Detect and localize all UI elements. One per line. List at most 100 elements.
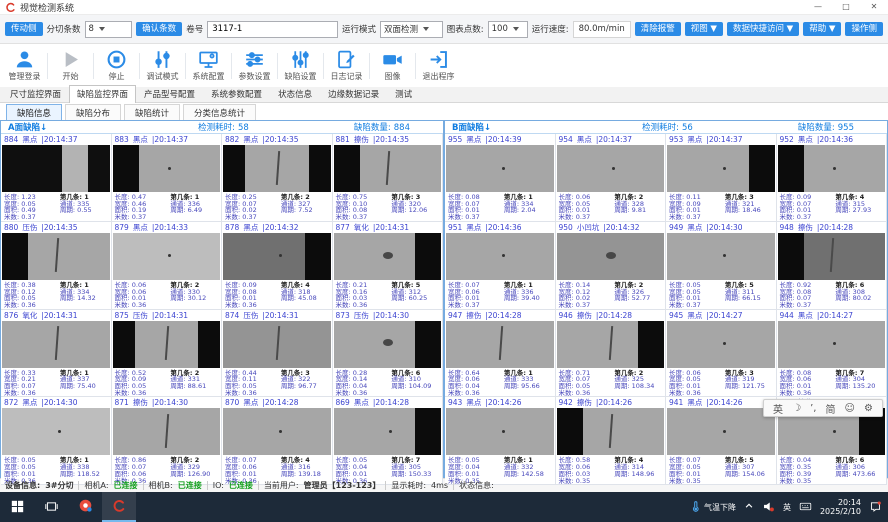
confirm-count-button[interactable]: 确认条数 bbox=[136, 22, 182, 37]
notification-center-icon[interactable] bbox=[869, 500, 882, 515]
defect-cell-871[interactable]: 871 擦伤 |20:14:30 长度: 0.86 宽度: 0.07 面积: 0… bbox=[112, 397, 223, 485]
defect-cell-883[interactable]: 883 黑点 |20:14:37 长度: 0.47 宽度: 0.46 面积: 0… bbox=[112, 134, 223, 222]
exit-toolbar-button[interactable]: 退出程序 bbox=[416, 48, 461, 83]
defect-cell-875[interactable]: 875 压伤 |20:14:31 长度: 0.52 宽度: 0.09 面积: 0… bbox=[112, 310, 223, 398]
ime-punct-icon[interactable]: ’, bbox=[810, 403, 816, 414]
defect-time: |20:14:35 bbox=[262, 135, 298, 144]
defect-image bbox=[223, 321, 331, 368]
main-tab-6[interactable]: 测试 bbox=[387, 85, 420, 102]
main-tab-2[interactable]: 产品型号配置 bbox=[136, 85, 203, 102]
defect-cell-header: 884 黑点 |20:14:37 bbox=[1, 134, 111, 144]
ime-simplified[interactable]: 简 bbox=[825, 401, 835, 416]
main-tab-1[interactable]: 缺陷监控界面 bbox=[69, 85, 136, 103]
play-toolbar-button[interactable]: 开始 bbox=[48, 48, 93, 83]
close-button[interactable]: ✕ bbox=[860, 0, 888, 14]
main-tab-4[interactable]: 状态信息 bbox=[270, 85, 320, 102]
defect-cell-952[interactable]: 952 黑点 |20:14:36 长度: 0.09 宽度: 0.07 面积: 0… bbox=[777, 134, 888, 222]
view-menu-button[interactable]: 视图 ▼ bbox=[685, 22, 723, 37]
task-view-icon bbox=[45, 498, 58, 517]
defect-cell-945[interactable]: 945 黑点 |20:14:27 长度: 0.06 宽度: 0.05 面积: 0… bbox=[666, 310, 777, 398]
defect-cell-942[interactable]: 942 擦伤 |20:14:26 长度: 0.58 宽度: 0.06 面积: 0… bbox=[556, 397, 667, 485]
help-menu-button[interactable]: 帮助 ▼ bbox=[803, 22, 841, 37]
defect-cell-954[interactable]: 954 黑点 |20:14:37 长度: 0.06 宽度: 0.05 面积: 0… bbox=[556, 134, 667, 222]
camera-toolbar-button[interactable]: 图像 bbox=[370, 48, 415, 83]
keyboard-icon[interactable] bbox=[799, 500, 812, 515]
clock[interactable]: 20:14 2025/2/10 bbox=[820, 498, 861, 516]
taskbar-app-remote[interactable] bbox=[68, 492, 102, 522]
minimize-button[interactable]: — bbox=[804, 0, 832, 14]
log-icon bbox=[336, 49, 357, 70]
params-toolbar-button[interactable]: 参数设置 bbox=[232, 48, 277, 83]
operate-side-button[interactable]: 操作侧 bbox=[845, 22, 883, 37]
user-toolbar-button[interactable]: 管理登录 bbox=[2, 48, 47, 83]
volume-icon[interactable] bbox=[762, 500, 775, 515]
monitor-toolbar-button[interactable]: 系统配置 bbox=[186, 48, 231, 83]
log-toolbar-button[interactable]: 日志记录 bbox=[324, 48, 369, 83]
defect-cell-879[interactable]: 879 黑点 |20:14:33 长度: 0.06 宽度: 0.06 面积: 0… bbox=[112, 222, 223, 310]
defect-cell-869[interactable]: 869 黑点 |20:14:28 长度: 0.05 宽度: 0.04 面积: 0… bbox=[333, 397, 444, 485]
sub-tab-1[interactable]: 缺陷分布 bbox=[65, 104, 121, 122]
roll-input[interactable] bbox=[207, 21, 338, 38]
defect-cell-884[interactable]: 884 黑点 |20:14:37 长度: 1.23 宽度: 0.05 面积: 0… bbox=[1, 134, 112, 222]
ime-night-icon[interactable]: ☽ bbox=[792, 403, 801, 414]
defect-cell-876[interactable]: 876 氧化 |20:14:31 长度: 0.33 宽度: 0.21 面积: 0… bbox=[1, 310, 112, 398]
weather-widget[interactable]: 气温下降 bbox=[690, 500, 736, 515]
data-quick-access-button[interactable]: 数据快捷访问 ▼ bbox=[727, 22, 799, 37]
chart-points-select[interactable]: 100 bbox=[488, 21, 528, 38]
defect-id: 869 bbox=[336, 398, 350, 407]
defect-cell-877[interactable]: 877 氧化 |20:14:31 长度: 0.21 宽度: 0.16 面积: 0… bbox=[333, 222, 444, 310]
defect-cell-880[interactable]: 880 压伤 |20:14:35 长度: 0.38 宽度: 0.12 面积: 0… bbox=[1, 222, 112, 310]
ime-settings-icon[interactable]: ⚙ bbox=[864, 403, 873, 414]
sub-tab-3[interactable]: 分类信息统计 bbox=[183, 104, 256, 122]
sub-tab-0[interactable]: 缺陷信息 bbox=[6, 104, 62, 122]
stop-toolbar-button[interactable]: 停止 bbox=[94, 48, 139, 83]
maximize-button[interactable]: □ bbox=[832, 0, 860, 14]
defect-cell-878[interactable]: 878 黑点 |20:14:32 长度: 0.09 宽度: 0.08 面积: 0… bbox=[222, 222, 333, 310]
start-button[interactable] bbox=[0, 492, 34, 522]
panel-title[interactable]: B面缺陷↓ bbox=[452, 121, 491, 133]
defect-time: |20:14:37 bbox=[706, 135, 742, 144]
defect-cell-949[interactable]: 949 黑点 |20:14:30 长度: 0.05 宽度: 0.05 面积: 0… bbox=[666, 222, 777, 310]
slit-count-select[interactable]: 8 bbox=[85, 21, 133, 38]
defect-id: 949 bbox=[669, 223, 683, 232]
main-tab-5[interactable]: 边缘数据记录 bbox=[320, 85, 387, 102]
defect-cell-882[interactable]: 882 黑点 |20:14:35 长度: 0.25 宽度: 0.07 面积: 0… bbox=[222, 134, 333, 222]
defect-cell-943[interactable]: 943 黑点 |20:14:26 长度: 0.05 宽度: 0.04 面积: 0… bbox=[445, 397, 556, 485]
run-mode-select[interactable]: 双面检测 bbox=[380, 21, 443, 38]
defect-cell-955[interactable]: 955 黑点 |20:14:39 长度: 0.08 宽度: 0.07 面积: 0… bbox=[445, 134, 556, 222]
defect-cell-944[interactable]: 944 黑点 |20:14:27 长度: 0.08 宽度: 0.06 面积: 0… bbox=[777, 310, 888, 398]
defect-cell-947[interactable]: 947 擦伤 |20:14:28 长度: 0.64 宽度: 0.06 面积: 0… bbox=[445, 310, 556, 398]
defect-type: 擦伤 bbox=[466, 311, 481, 320]
main-tab-3[interactable]: 系统参数配置 bbox=[203, 85, 270, 102]
taskbar-app-inspection[interactable] bbox=[102, 492, 136, 522]
tray-language[interactable]: 英 bbox=[783, 502, 791, 513]
tray-expand-icon[interactable] bbox=[744, 501, 754, 513]
defect-cell-948[interactable]: 948 擦伤 |20:14:28 长度: 0.92 宽度: 0.08 面积: 0… bbox=[777, 222, 888, 310]
sub-tab-bar: 缺陷信息缺陷分布缺陷统计分类信息统计 bbox=[0, 103, 888, 120]
defect-cell-881[interactable]: 881 擦伤 |20:14:35 长度: 0.75 宽度: 0.10 面积: 0… bbox=[333, 134, 444, 222]
tune-toolbar-button[interactable]: 调试模式 bbox=[140, 48, 185, 83]
defect-cell-870[interactable]: 870 黑点 |20:14:28 长度: 0.07 宽度: 0.06 面积: 0… bbox=[222, 397, 333, 485]
defect-image bbox=[446, 145, 554, 192]
task-view-button[interactable] bbox=[34, 492, 68, 522]
drive-side-button[interactable]: 传动侧 bbox=[5, 22, 43, 37]
defect-cell-953[interactable]: 953 黑点 |20:14:37 长度: 0.11 宽度: 0.09 面积: 0… bbox=[666, 134, 777, 222]
panel-title[interactable]: A面缺陷↓ bbox=[8, 121, 47, 133]
defect-cell-946[interactable]: 946 擦伤 |20:14:28 长度: 0.71 宽度: 0.07 面积: 0… bbox=[556, 310, 667, 398]
defect-cell-950[interactable]: 950 小凹坑 |20:14:32 长度: 0.14 宽度: 0.12 面积: … bbox=[556, 222, 667, 310]
clear-alarm-button[interactable]: 清除报警 bbox=[635, 22, 681, 37]
window-title: 视觉检测系统 bbox=[20, 1, 74, 14]
ime-lang-en[interactable]: 英 bbox=[773, 401, 783, 416]
defect-cell-951[interactable]: 951 黑点 |20:14:36 长度: 0.07 宽度: 0.06 面积: 0… bbox=[445, 222, 556, 310]
defect-info: 长度: 0.75 宽度: 0.10 面积: 0.08 米数: 0.37 第几条:… bbox=[333, 192, 443, 221]
defects-toolbar-button[interactable]: 缺陷设置 bbox=[278, 48, 323, 83]
defect-cell-941[interactable]: 941 黑点 |20:14:26 长度: 0.07 宽度: 0.05 面积: 0… bbox=[666, 397, 777, 485]
defect-cell-874[interactable]: 874 压伤 |20:14:31 长度: 0.44 宽度: 0.11 面积: 0… bbox=[222, 310, 333, 398]
defect-cell-872[interactable]: 872 黑点 |20:14:30 长度: 0.05 宽度: 0.05 面积: 0… bbox=[1, 397, 112, 485]
sub-tab-2[interactable]: 缺陷统计 bbox=[124, 104, 180, 122]
ime-emoji-icon[interactable]: ☺ bbox=[844, 403, 854, 414]
tray-time: 20:14 bbox=[838, 498, 861, 507]
defect-time: |20:14:37 bbox=[596, 135, 632, 144]
main-tab-0[interactable]: 尺寸监控界面 bbox=[2, 85, 69, 102]
defect-cell-873[interactable]: 873 压伤 |20:14:30 长度: 0.28 宽度: 0.14 面积: 0… bbox=[333, 310, 444, 398]
